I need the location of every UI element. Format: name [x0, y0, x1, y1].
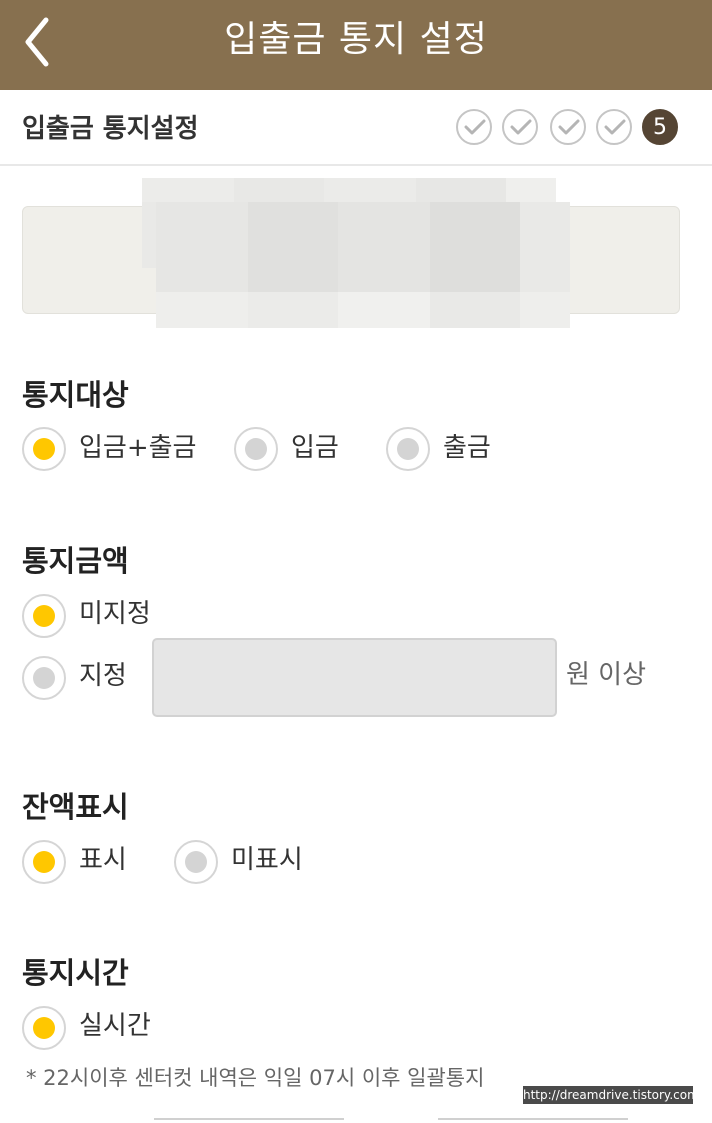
- radio-amount-unspecified[interactable]: [22, 594, 66, 638]
- check-icon: [558, 119, 580, 135]
- check-icon: [464, 119, 486, 135]
- step-completed-2: [502, 109, 538, 145]
- radio-balance-hide[interactable]: [174, 840, 218, 884]
- radio-label-deposit-withdrawal: 입금+출금: [79, 433, 197, 463]
- app-header: 입출금 통지 설정: [0, 0, 712, 90]
- check-icon: [604, 119, 626, 135]
- notify-time-title: 통지시간: [22, 956, 129, 990]
- notify-amount-title: 통지금액: [22, 544, 129, 578]
- step-title: 입출금 통지설정: [22, 114, 199, 144]
- radio-balance-show[interactable]: [22, 840, 66, 884]
- step-completed-3: [550, 109, 586, 145]
- step-current: 5: [642, 109, 678, 145]
- step-completed-4: [596, 109, 632, 145]
- radio-label-time-realtime: 실시간: [79, 1011, 151, 1041]
- radio-deposit-withdrawal[interactable]: [22, 427, 66, 471]
- balance-display-title: 잔액표시: [22, 790, 129, 824]
- radio-label-amount-unspecified: 미지정: [79, 599, 151, 629]
- radio-label-deposit: 입금: [291, 433, 339, 463]
- radio-label-withdrawal: 출금: [443, 433, 491, 463]
- radio-time-realtime[interactable]: [22, 1006, 66, 1050]
- blurred-account-mosaic: [142, 178, 570, 328]
- watermark: http://dreamdrive.tistory.com: [523, 1086, 699, 1104]
- radio-deposit[interactable]: [234, 427, 278, 471]
- radio-label-balance-hide: 미표시: [231, 845, 303, 875]
- radio-label-balance-show: 표시: [79, 845, 127, 875]
- notify-target-title: 통지대상: [22, 378, 129, 412]
- step-completed-1: [456, 109, 492, 145]
- amount-unit-label: 원 이상: [566, 660, 647, 690]
- notify-time-note: * 22시이후 센터컷 내역은 익일 07시 이후 일괄통지: [26, 1066, 485, 1090]
- radio-withdrawal[interactable]: [386, 427, 430, 471]
- page-title: 입출금 통지 설정: [224, 19, 488, 60]
- step-header: 입출금 통지설정 5: [0, 90, 712, 166]
- radio-amount-specified[interactable]: [22, 656, 66, 700]
- check-icon: [510, 119, 532, 135]
- radio-label-amount-specified: 지정: [79, 661, 127, 691]
- amount-input[interactable]: [152, 638, 557, 717]
